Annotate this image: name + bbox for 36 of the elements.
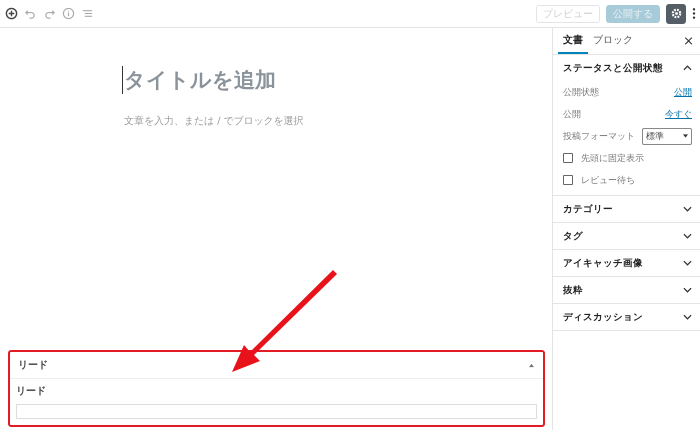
chevron-icon [683, 260, 692, 266]
lead-input-field[interactable] [16, 404, 537, 419]
field-label: リード [16, 385, 47, 398]
sidebar-tab[interactable]: ブロック [588, 28, 638, 54]
meta-box-title: リード [18, 359, 48, 372]
close-button[interactable]: × [683, 34, 694, 48]
row-label: 投稿フォーマット [563, 130, 635, 142]
chevron-icon [683, 314, 692, 320]
add-icon[interactable] [5, 7, 18, 20]
row-link[interactable]: 公開 [674, 86, 692, 98]
info-icon[interactable] [62, 7, 75, 20]
checkbox-label: 先頭に固定表示 [581, 152, 644, 164]
sidebar-tab[interactable]: 文書 [558, 28, 588, 54]
gear-icon [670, 7, 682, 20]
chevron-icon [683, 206, 692, 212]
settings-button[interactable] [666, 4, 686, 24]
dropdown-arrow-icon [683, 134, 688, 138]
chevron-icon [683, 233, 692, 239]
panel-header[interactable]: ディスカッション [553, 304, 700, 330]
panel-header[interactable]: ステータスと公開状態 [553, 55, 700, 81]
row-label: 公開 [563, 108, 581, 120]
row-link[interactable]: 今すぐ [665, 108, 692, 120]
panel-header[interactable]: アイキャッチ画像 [553, 250, 700, 276]
panel-header[interactable]: カテゴリー [553, 196, 700, 222]
checkbox[interactable] [563, 175, 573, 185]
checkbox[interactable] [563, 153, 573, 163]
list-icon[interactable] [81, 7, 94, 20]
chevron-icon [683, 65, 692, 71]
format-select[interactable]: 標準 [642, 128, 692, 144]
row-label: 公開状態 [563, 86, 599, 98]
panel-header[interactable]: 抜粋 [553, 277, 700, 303]
checkbox-label: レビュー待ち [581, 174, 635, 186]
chevron-icon [683, 287, 692, 293]
panel-header[interactable]: タグ [553, 223, 700, 249]
collapse-icon[interactable] [528, 362, 535, 368]
more-icon[interactable] [692, 7, 696, 20]
